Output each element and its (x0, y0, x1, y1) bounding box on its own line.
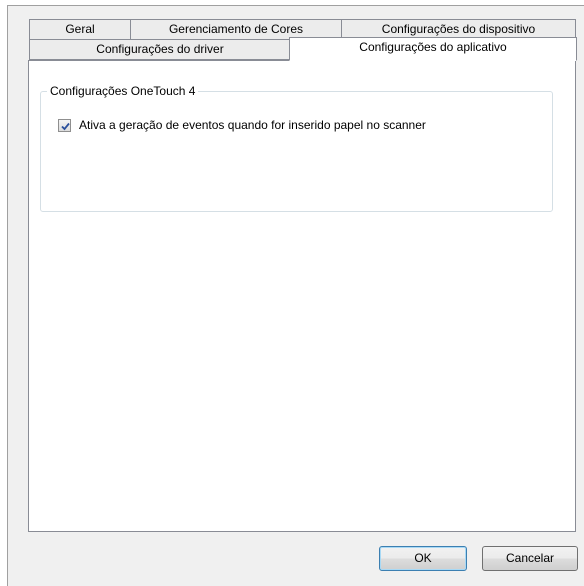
ok-button[interactable]: OK (379, 546, 467, 571)
cancel-button[interactable]: Cancelar (482, 546, 578, 571)
tab-geral[interactable]: Geral (29, 19, 131, 39)
paper-event-checkbox[interactable] (58, 118, 71, 132)
tab-configuracoes-do-aplicativo[interactable]: Configurações do aplicativo (289, 37, 577, 61)
tab-configuracoes-do-dispositivo[interactable]: Configurações do dispositivo (341, 19, 576, 39)
paper-event-label: Ativa a geração de eventos quando for in… (79, 118, 426, 132)
checkmark-icon (61, 122, 70, 130)
onetouch-groupbox: Configurações OneTouch 4 Ativa a geração… (40, 83, 553, 212)
tab-panel: Configurações OneTouch 4 Ativa a geração… (28, 60, 576, 532)
groupbox-title: Configurações OneTouch 4 (47, 83, 199, 99)
paper-event-option[interactable]: Ativa a geração de eventos quando for in… (58, 118, 426, 132)
tab-configuracoes-do-driver[interactable]: Configurações do driver (29, 39, 291, 60)
tab-gerenciamento-de-cores[interactable]: Gerenciamento de Cores (130, 19, 342, 39)
